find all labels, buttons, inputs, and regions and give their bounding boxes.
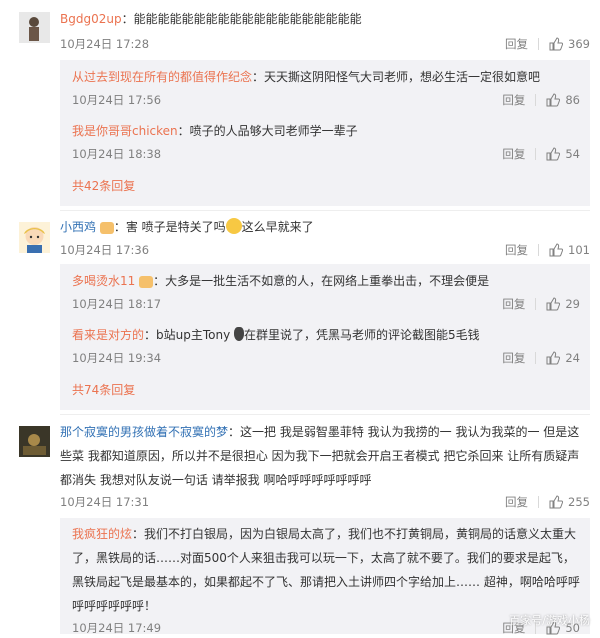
reply-time: 10月24日 18:38 (72, 147, 162, 161)
thumbs-up-icon (546, 351, 561, 365)
reply-button[interactable]: 回复 (505, 240, 528, 260)
smiley-face-icon (225, 218, 242, 234)
watermark: 百家号/游戏小杨 (509, 614, 590, 627)
divider (538, 496, 540, 508)
comment-list: Bgdg02up：能能能能能能能能能能能能能能能能能能能 10月24日 17:2… (0, 0, 600, 635)
like-count: 29 (565, 297, 580, 311)
comment-meta: 10月24日 17:36 回复 101 (60, 240, 590, 260)
comment-text: 这么早就来了 (241, 220, 314, 234)
reply-box: 多喝烫水11 ：大多是一批生活不如意的人，在网络上重拳出击，不理会便是 10月2… (60, 264, 590, 410)
like-button[interactable]: 54 (546, 144, 580, 164)
divider (60, 210, 590, 211)
comment-meta: 10月24日 17:28 回复 369 (60, 34, 590, 54)
comment-username[interactable]: 小西鸡 (60, 220, 96, 234)
divider (535, 352, 537, 364)
like-count: 54 (565, 147, 580, 161)
comment-time: 10月24日 17:31 (60, 495, 150, 509)
comment-time: 10月24日 17:36 (60, 243, 150, 257)
thumbs-up-icon (549, 37, 564, 51)
reply-username[interactable]: 从过去到现在所有的都值得作纪念 (72, 70, 252, 84)
thumbs-up-icon (549, 495, 564, 509)
reply-text: ：我们不打白银局，因为白银局太高了，我们也不打黄铜局，黄铜局的话意义太重大了，黑… (72, 527, 580, 613)
like-button[interactable]: 29 (546, 294, 580, 314)
divider (538, 38, 540, 50)
reply-item: 我疯狂的炫：我们不打白银局，因为白银局太高了，我们也不打黄铜局，黄铜局的话意义太… (72, 522, 580, 635)
reply-button[interactable]: 回复 (502, 144, 525, 164)
like-count: 255 (568, 495, 590, 509)
comment-text: ：害 喷子是特关了吗 (113, 220, 226, 234)
like-count: 101 (568, 243, 590, 257)
reply-text: 在群里说了，凭黑马老师的评论截图能5毛钱 (244, 328, 480, 342)
comment-username[interactable]: 那个寂寞的男孩做着不寂寞的梦 (60, 425, 228, 439)
divider (535, 298, 537, 310)
thumbs-up-icon (549, 243, 564, 257)
divider (535, 148, 537, 160)
reply-text: ：喷子的人品够大司老师学一辈子 (177, 124, 358, 138)
like-count: 24 (565, 351, 580, 365)
avatar[interactable] (19, 12, 50, 43)
rabbit-icon (234, 327, 245, 341)
more-replies-link[interactable]: 共74条回复 (72, 380, 135, 400)
like-button[interactable]: 86 (546, 90, 580, 110)
divider (538, 244, 540, 256)
thumbs-up-icon (546, 93, 561, 107)
reply-button[interactable]: 回复 (502, 294, 525, 314)
reply-text: ：大多是一批生活不如意的人，在网络上重拳出击，不理会便是 (153, 274, 490, 288)
reply-text: ：b站up主Tony (144, 328, 231, 342)
like-button[interactable]: 369 (549, 34, 590, 54)
reply-text: ：天天撕这阴阳怪气大司老师，想必生活一定很如意吧 (252, 70, 541, 84)
reply-time: 10月24日 17:56 (72, 93, 162, 107)
like-button[interactable]: 255 (549, 492, 590, 512)
like-count: 369 (568, 37, 590, 51)
like-count: 86 (565, 93, 580, 107)
reply-username[interactable]: 看来是对方的 (72, 328, 144, 342)
like-button[interactable]: 101 (549, 240, 590, 260)
avatar[interactable] (19, 426, 50, 457)
reply-time: 10月24日 17:49 (72, 621, 162, 635)
reply-button[interactable]: 回复 (502, 90, 525, 110)
reply-time: 10月24日 19:34 (72, 351, 162, 365)
more-replies-link[interactable]: 共42条回复 (72, 176, 135, 196)
divider (535, 94, 537, 106)
reply-username[interactable]: 多喝烫水11 (72, 274, 135, 288)
reply-button[interactable]: 回复 (502, 348, 525, 368)
like-button[interactable]: 24 (546, 348, 580, 368)
comment-time: 10月24日 17:28 (60, 37, 150, 51)
reply-username[interactable]: 我是你哥哥chicken (72, 124, 178, 138)
reply-button[interactable]: 回复 (505, 492, 528, 512)
comment-text: ：能能能能能能能能能能能能能能能能能能能 (121, 12, 362, 26)
reply-button[interactable]: 回复 (505, 34, 528, 54)
comment-username[interactable]: Bgdg02up (60, 12, 122, 26)
avatar[interactable] (19, 222, 50, 253)
badge-icon (139, 276, 154, 288)
reply-time: 10月24日 18:17 (72, 297, 162, 311)
thumbs-up-icon (546, 147, 561, 161)
divider (60, 414, 590, 415)
thumbs-up-icon (546, 297, 561, 311)
badge-icon (99, 222, 114, 234)
reply-username[interactable]: 我疯狂的炫 (72, 527, 132, 541)
comment-meta: 10月24日 17:31 回复 255 (60, 492, 590, 512)
reply-box: 从过去到现在所有的都值得作纪念：天天撕这阴阳怪气大司老师，想必生活一定很如意吧 … (60, 60, 590, 206)
